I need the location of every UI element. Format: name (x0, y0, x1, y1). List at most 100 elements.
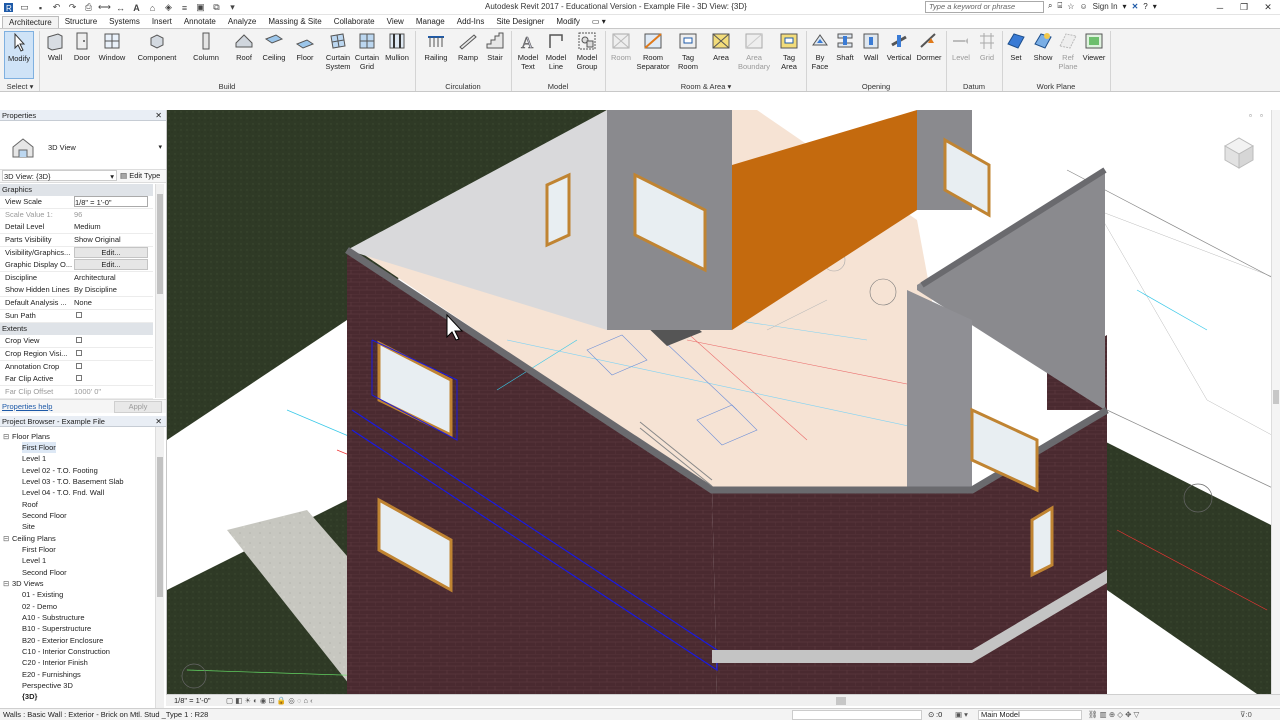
tree-item[interactable]: Level 1 (22, 453, 46, 464)
vertical-button[interactable]: Vertical (884, 31, 914, 62)
crop-view-checkbox[interactable] (76, 337, 82, 343)
property-value[interactable]: By Discipline (74, 284, 153, 296)
chevron-left-icon[interactable]: ‹ (310, 696, 313, 705)
binoculars-icon[interactable]: ⌕ (1048, 1, 1052, 11)
tab-manage[interactable]: Manage (410, 16, 451, 28)
property-row[interactable]: Crop Region Visi... (0, 348, 153, 361)
tree-item-current-view[interactable]: {3D} (22, 691, 37, 702)
collapse-icon[interactable]: ⊟ (3, 578, 12, 589)
status-edit-field[interactable] (792, 710, 922, 720)
worksharing-icon[interactable]: ⌂ (304, 696, 309, 705)
viewport-vscroll[interactable] (1271, 110, 1280, 694)
wall-opening-button[interactable]: Wall (858, 31, 884, 62)
temporary-hide-icon[interactable]: ◎ (288, 696, 295, 705)
print-icon[interactable]: ⎙ (82, 2, 95, 14)
tree-item[interactable]: 01 - Existing (22, 589, 63, 600)
tree-item[interactable]: C20 - Interior Finish (22, 657, 88, 668)
properties-help-link[interactable]: Properties help (2, 400, 52, 413)
close-windows-icon[interactable]: ▣ (194, 2, 207, 14)
filter-count-icon[interactable]: ⊽:0 (1240, 709, 1252, 720)
scrollbar-thumb[interactable] (157, 194, 163, 294)
tree-item[interactable]: Perspective 3D (22, 680, 73, 691)
scrollbar-thumb[interactable] (1273, 390, 1279, 404)
model-group-button[interactable]: Model Group (572, 31, 602, 71)
filter-icon[interactable]: ▽ (1133, 710, 1139, 719)
section-icon[interactable]: ◈ (162, 2, 175, 14)
tree-item[interactable]: B10 - Superstructure (22, 623, 91, 634)
dormer-button[interactable]: Dormer (914, 31, 944, 62)
collapse-icon[interactable]: ⊟ (3, 431, 12, 442)
area-boundary-button[interactable]: Area Boundary (736, 31, 772, 71)
minimize-icon[interactable]: ─ (1208, 0, 1232, 15)
tab-annotate[interactable]: Annotate (178, 16, 222, 28)
favorites-icon[interactable]: ☆ (1067, 2, 1074, 11)
tab-analyze[interactable]: Analyze (222, 16, 262, 28)
grid-button[interactable]: Grid (975, 31, 999, 62)
3d-viewport[interactable]: ▫ ▫ ✕ (166, 110, 1280, 694)
curtain-system-button[interactable]: Curtain System (320, 31, 356, 71)
viewer-button[interactable]: Viewer (1080, 31, 1108, 62)
set-button[interactable]: Set (1004, 31, 1028, 62)
save-icon[interactable]: ▪ (34, 2, 47, 14)
close-icon[interactable]: ✕ (1256, 0, 1280, 15)
sign-in-link[interactable]: Sign In (1093, 2, 1118, 11)
hscroll-thumb[interactable] (836, 697, 846, 705)
ribbon-minimize-icon[interactable]: ▭ ▾ (586, 16, 612, 28)
tab-architecture[interactable]: Architecture (2, 16, 59, 28)
underlay-icon[interactable]: ▥ (1100, 710, 1107, 719)
sun-path-icon[interactable]: ☀ (244, 696, 251, 705)
measure-icon[interactable]: ⟷ (98, 2, 111, 14)
tree-item[interactable]: Level 02 - T.O. Footing (22, 465, 98, 476)
user-icon[interactable]: ☺ (1079, 2, 1087, 11)
face-select-icon[interactable]: ◇ (1117, 710, 1123, 719)
chevron-down-icon[interactable]: ▾ (158, 143, 162, 151)
select-dropdown[interactable]: Select ▾ (2, 81, 38, 92)
graphic-display-edit-button[interactable]: Edit... (74, 259, 148, 270)
3d-view-icon[interactable]: ⌂ (146, 2, 159, 14)
railing-button[interactable]: Railing (420, 31, 452, 62)
apply-button[interactable]: Apply (114, 401, 162, 413)
property-row[interactable]: Visibility/Graphics... Edit... (0, 247, 153, 260)
column-button[interactable]: Column (190, 31, 222, 62)
room-area-dropdown[interactable]: Room & Area ▾ (606, 81, 806, 92)
shadows-icon[interactable]: ◐ (253, 696, 258, 705)
exchange-icon[interactable]: ✕ (1132, 2, 1139, 11)
tree-node-3d-views[interactable]: ⊟ 3D Views (3, 578, 44, 589)
edit-type-button[interactable]: ▤ Edit Type (120, 170, 160, 182)
tree-item[interactable]: Second Floor (22, 567, 67, 578)
tab-structure[interactable]: Structure (59, 16, 103, 28)
far-clip-checkbox[interactable] (76, 375, 82, 381)
property-row[interactable]: Show Hidden Lines By Discipline (0, 284, 153, 297)
close-icon[interactable]: ✕ (155, 416, 162, 427)
type-selector[interactable]: 3D View ▾ (0, 123, 166, 170)
model-text-button[interactable]: A Model Text (514, 31, 542, 71)
tree-node-ceiling-plans[interactable]: ⊟ Ceiling Plans (3, 533, 56, 544)
tree-item[interactable]: C10 - Interior Construction (22, 646, 110, 657)
property-value[interactable]: Show Original (74, 234, 153, 246)
floor-button[interactable]: Floor (290, 31, 320, 62)
property-row[interactable]: View Scale 1/8" = 1'-0" (0, 196, 153, 209)
tag-area-button[interactable]: Tag Area (775, 31, 803, 71)
detail-level-icon[interactable]: ▢ (226, 696, 233, 705)
close-icon[interactable]: ✕ (155, 110, 162, 121)
tree-item[interactable]: Second Floor (22, 510, 67, 521)
property-row[interactable]: Annotation Crop (0, 361, 153, 374)
viewport-minimize-icon[interactable]: ▫ (1249, 111, 1252, 120)
building-model[interactable]: ▫ ▫ ✕ (167, 110, 1280, 694)
design-options-icon[interactable]: ▣ ▾ (955, 709, 968, 720)
property-value[interactable]: Architectural (74, 272, 153, 284)
switch-windows-icon[interactable]: ⧉ (210, 2, 223, 14)
room-separator-button[interactable]: Room Separator (634, 31, 672, 71)
area-button[interactable]: Area (706, 31, 736, 62)
annotation-crop-checkbox[interactable] (76, 363, 82, 369)
tree-item[interactable]: Level 1 (22, 555, 46, 566)
stair-button[interactable]: Stair (482, 31, 508, 62)
property-row[interactable]: Parts Visibility Show Original (0, 234, 153, 247)
view-instance-select[interactable]: 3D View: {3D} ▾ (2, 170, 117, 181)
property-value[interactable]: Medium (74, 221, 153, 233)
restore-icon[interactable]: ❐ (1232, 0, 1256, 15)
level-button[interactable]: Level (949, 31, 973, 62)
tab-systems[interactable]: Systems (103, 16, 146, 28)
link-icon[interactable]: ⛓ (1088, 710, 1098, 719)
modify-button[interactable]: Modify (4, 31, 34, 79)
